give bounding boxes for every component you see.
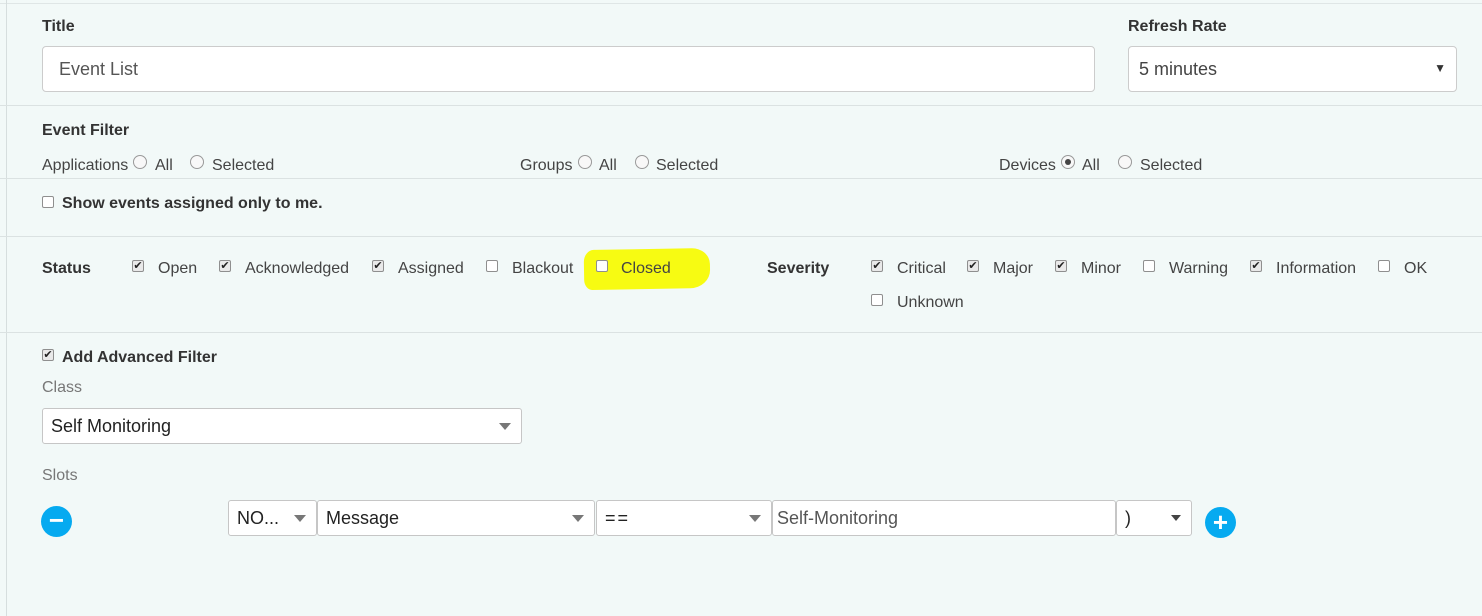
groups-label: Groups <box>520 157 573 174</box>
status-blackout-checkbox[interactable] <box>486 260 498 272</box>
checkmark-icon: ✔ <box>968 259 978 272</box>
title-input[interactable]: Event List <box>42 46 1095 92</box>
severity-critical-label: Critical <box>897 260 946 277</box>
applications-selected-radio[interactable] <box>190 155 204 169</box>
groups-selected-label: Selected <box>656 157 719 174</box>
status-blackout-label: Blackout <box>512 260 574 277</box>
severity-information-checkbox[interactable]: ✔ <box>1250 260 1262 272</box>
severity-major-checkbox[interactable]: ✔ <box>967 260 979 272</box>
slot-comparison-value: == <box>605 507 631 528</box>
checkmark-icon: ✔ <box>872 259 882 272</box>
chevron-down-icon <box>294 515 306 522</box>
slot-paren-select[interactable]: ) <box>1116 500 1192 536</box>
status-closed-label: Closed <box>621 260 671 277</box>
devices-selected-radio[interactable] <box>1118 155 1132 169</box>
severity-major-label: Major <box>993 260 1034 277</box>
slot-paren-value: ) <box>1125 507 1131 528</box>
checkmark-icon: ✔ <box>220 259 230 272</box>
slot-field-select[interactable]: Message <box>317 500 595 536</box>
severity-unknown-label: Unknown <box>897 294 964 311</box>
assigned-only-checkbox[interactable] <box>42 196 54 208</box>
severity-unknown-checkbox[interactable] <box>871 294 883 306</box>
title-label: Title <box>42 18 75 35</box>
assigned-only-label: Show events assigned only to me. <box>62 195 323 212</box>
refresh-rate-label: Refresh Rate <box>1128 18 1227 35</box>
refresh-rate-value: 5 minutes <box>1139 58 1218 79</box>
severity-warning-label: Warning <box>1169 260 1228 277</box>
severity-minor-label: Minor <box>1081 260 1122 277</box>
devices-all-label: All <box>1082 157 1100 174</box>
checkmark-icon: ✔ <box>1056 259 1066 272</box>
top-border <box>0 3 1482 4</box>
title-input-value: Event List <box>59 58 139 79</box>
applications-all-radio[interactable] <box>133 155 147 169</box>
slot-value-text: Self-Monitoring <box>777 507 899 528</box>
chevron-down-icon <box>1171 515 1181 521</box>
chevron-down-icon <box>572 515 584 522</box>
devices-all-radio[interactable] <box>1061 155 1075 169</box>
slot-operator-value: NO... <box>237 507 280 528</box>
plus-icon: + <box>1212 506 1229 537</box>
checkmark-icon: ✔ <box>1251 259 1261 272</box>
slot-operator-select[interactable]: NO... <box>228 500 317 536</box>
severity-ok-checkbox[interactable] <box>1378 260 1390 272</box>
devices-label: Devices <box>999 157 1056 174</box>
status-assigned-checkbox[interactable]: ✔ <box>372 260 384 272</box>
divider <box>0 178 1482 179</box>
severity-ok-label: OK <box>1404 260 1428 277</box>
event-filter-heading: Event Filter <box>42 122 130 139</box>
slot-value-input[interactable]: Self-Monitoring <box>772 500 1116 536</box>
minus-icon: − <box>48 505 65 535</box>
severity-warning-checkbox[interactable] <box>1143 260 1155 272</box>
slot-field-value: Message <box>326 507 400 528</box>
refresh-rate-select[interactable]: 5 minutes ▼ <box>1128 46 1457 92</box>
severity-critical-checkbox[interactable]: ✔ <box>871 260 883 272</box>
status-label: Status <box>42 260 91 277</box>
class-label: Class <box>42 379 83 396</box>
remove-slot-button[interactable]: − <box>41 506 72 537</box>
devices-selected-label: Selected <box>1140 157 1203 174</box>
status-assigned-label: Assigned <box>398 260 464 277</box>
checkmark-icon: ✔ <box>373 259 383 272</box>
applications-label: Applications <box>42 157 129 174</box>
applications-selected-label: Selected <box>212 157 275 174</box>
divider <box>0 105 1482 106</box>
groups-all-label: All <box>599 157 617 174</box>
advanced-filter-label: Add Advanced Filter <box>62 349 217 366</box>
checkmark-icon: ✔ <box>43 348 53 361</box>
slots-label: Slots <box>42 467 78 484</box>
applications-all-label: All <box>155 157 173 174</box>
add-slot-button[interactable]: + <box>1205 507 1236 538</box>
severity-label: Severity <box>767 260 830 277</box>
status-acknowledged-checkbox[interactable]: ✔ <box>219 260 231 272</box>
chevron-down-icon: ▼ <box>1434 61 1446 75</box>
checkmark-icon: ✔ <box>133 259 143 272</box>
divider <box>0 332 1482 333</box>
slot-comparison-select[interactable]: == <box>596 500 772 536</box>
severity-information-label: Information <box>1276 260 1357 277</box>
left-border <box>6 0 7 616</box>
divider <box>0 236 1482 237</box>
status-acknowledged-label: Acknowledged <box>245 260 350 277</box>
chevron-down-icon <box>499 423 511 430</box>
class-select-value: Self Monitoring <box>51 415 172 436</box>
status-open-label: Open <box>158 260 198 277</box>
groups-all-radio[interactable] <box>578 155 592 169</box>
severity-minor-checkbox[interactable]: ✔ <box>1055 260 1067 272</box>
groups-selected-radio[interactable] <box>635 155 649 169</box>
status-open-checkbox[interactable]: ✔ <box>132 260 144 272</box>
chevron-down-icon <box>749 515 761 522</box>
status-closed-checkbox[interactable] <box>596 260 608 272</box>
class-select[interactable]: Self Monitoring <box>42 408 522 444</box>
advanced-filter-checkbox[interactable]: ✔ <box>42 349 54 361</box>
